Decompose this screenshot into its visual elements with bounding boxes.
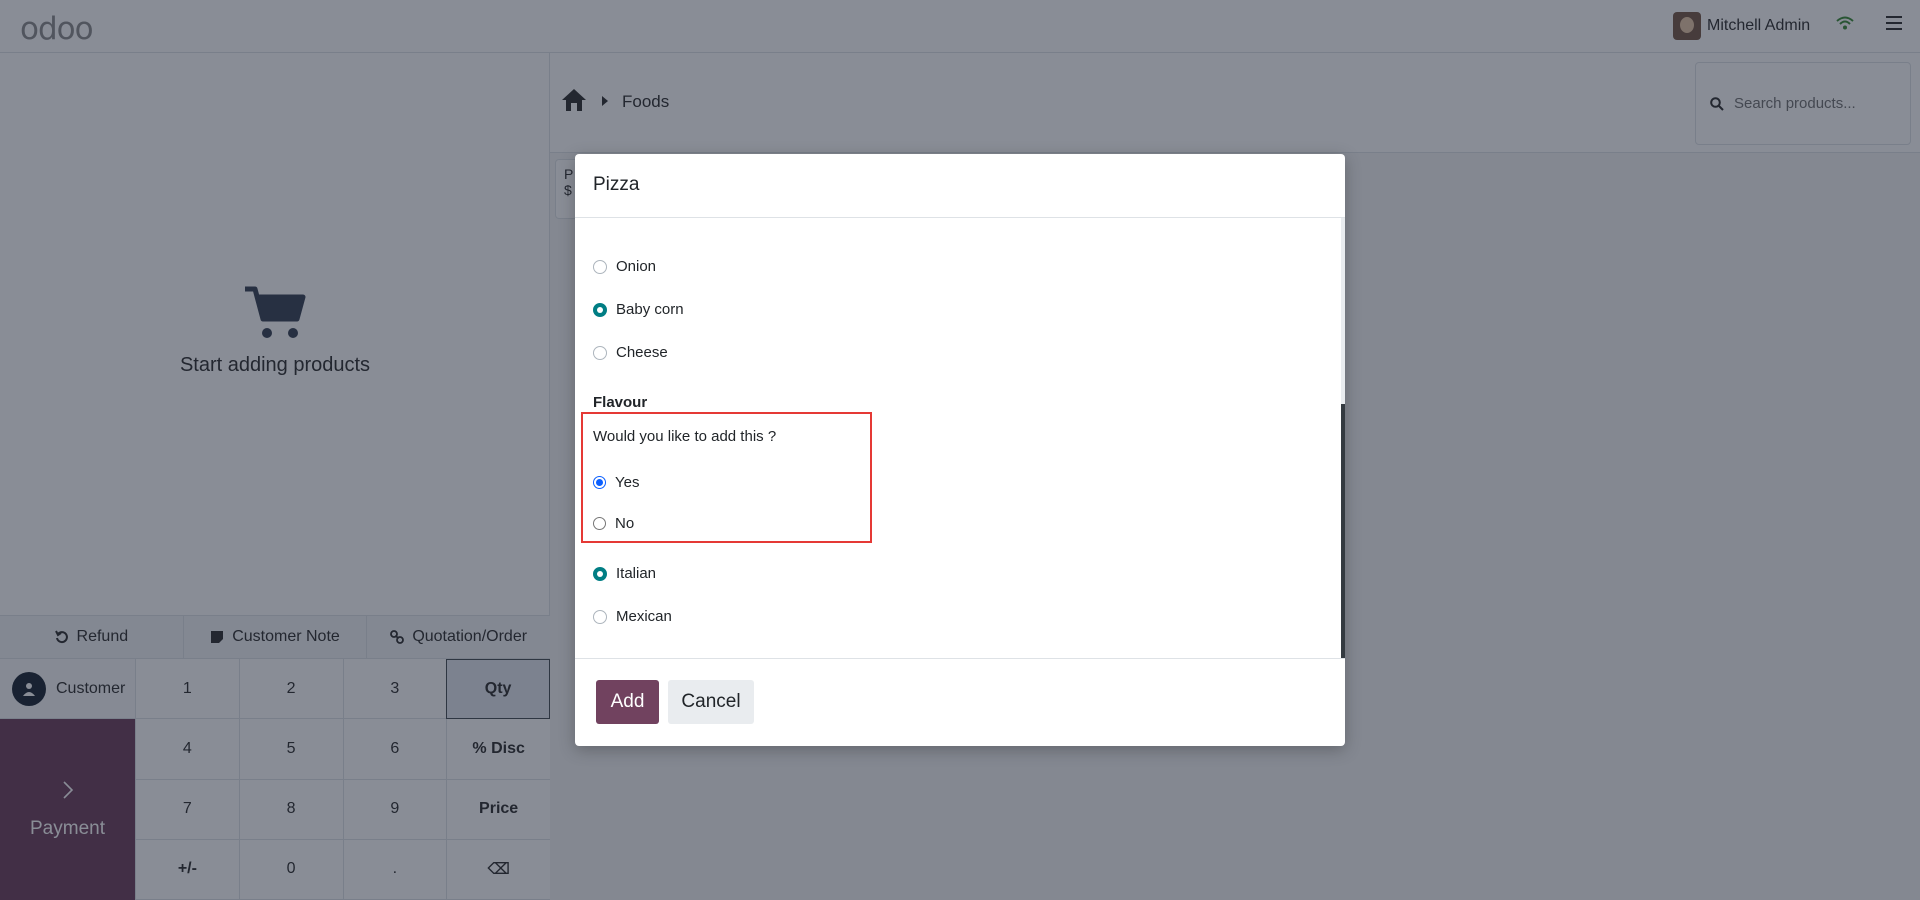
option-yes[interactable]: Yes bbox=[593, 474, 639, 491]
radio-no[interactable] bbox=[593, 517, 606, 530]
option-label: Mexican bbox=[616, 608, 672, 625]
add-button[interactable]: Add bbox=[596, 680, 659, 724]
flavour-heading: Flavour bbox=[593, 394, 648, 411]
dialog-body: Onion Baby corn Cheese Flavour Would you… bbox=[575, 218, 1345, 658]
option-no[interactable]: No bbox=[593, 515, 634, 532]
product-configurator-dialog: Pizza Onion Baby corn Cheese Flavour Wou… bbox=[575, 154, 1345, 746]
option-italian[interactable]: Italian bbox=[593, 565, 656, 582]
option-label: Yes bbox=[615, 474, 640, 491]
option-onion[interactable]: Onion bbox=[593, 258, 656, 275]
option-label: Onion bbox=[616, 258, 657, 275]
option-cheese[interactable]: Cheese bbox=[593, 344, 668, 361]
dialog-title: Pizza bbox=[575, 154, 1345, 218]
option-baby-corn[interactable]: Baby corn bbox=[593, 301, 684, 318]
add-question: Would you like to add this ? bbox=[593, 428, 777, 445]
scrollbar-thumb[interactable] bbox=[1341, 404, 1345, 658]
option-label: Cheese bbox=[616, 344, 668, 361]
cancel-button[interactable]: Cancel bbox=[668, 680, 754, 724]
option-mexican[interactable]: Mexican bbox=[593, 608, 672, 625]
dialog-scrollbar[interactable] bbox=[1341, 218, 1345, 658]
option-label: No bbox=[615, 515, 635, 532]
radio-mexican[interactable] bbox=[593, 609, 607, 624]
radio-baby-corn[interactable] bbox=[593, 302, 607, 317]
radio-cheese[interactable] bbox=[593, 345, 607, 360]
radio-yes[interactable] bbox=[593, 476, 606, 489]
radio-onion[interactable] bbox=[593, 259, 607, 274]
dialog-footer: Add Cancel bbox=[575, 658, 1345, 746]
radio-italian[interactable] bbox=[593, 566, 607, 581]
option-label: Baby corn bbox=[616, 301, 684, 318]
option-label: Italian bbox=[616, 565, 657, 582]
